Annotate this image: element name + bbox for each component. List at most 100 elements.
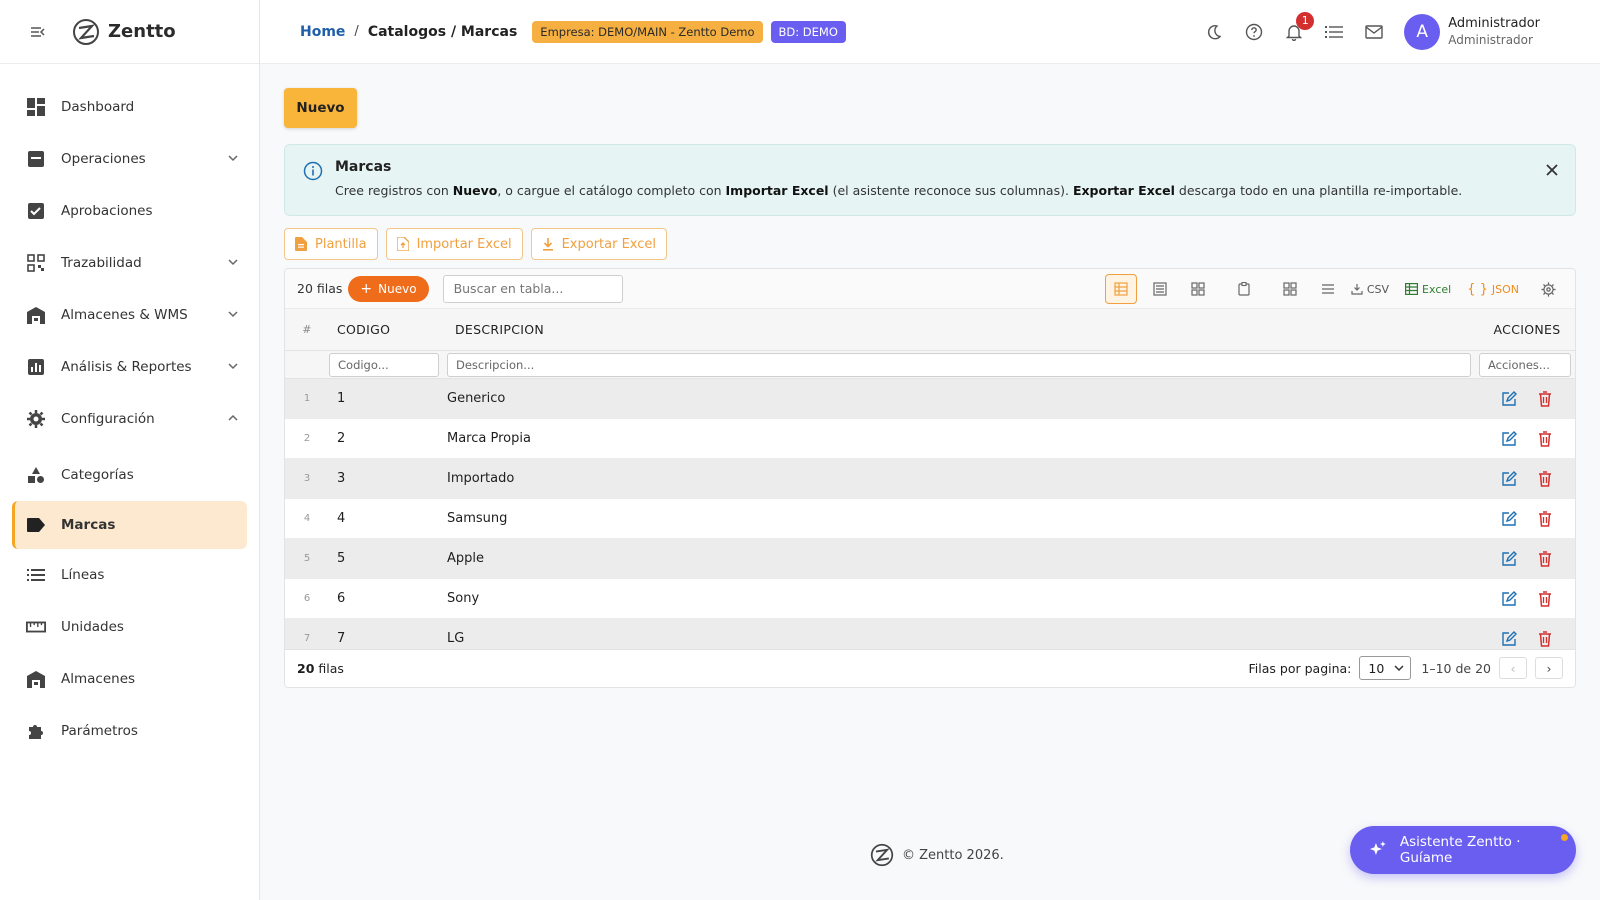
tag-icon xyxy=(26,515,46,535)
sidebar-item-label: Categorías xyxy=(61,467,134,483)
collapse-menu-icon[interactable] xyxy=(30,24,46,40)
delete-icon[interactable] xyxy=(1537,630,1553,647)
delete-icon[interactable] xyxy=(1537,430,1553,447)
header-actions: 1 A Administrador Administrador xyxy=(1184,12,1540,50)
template-button[interactable]: Plantilla xyxy=(284,228,378,260)
table-search-input[interactable] xyxy=(442,274,623,303)
cell-descripcion: LG xyxy=(447,631,465,646)
dashboard-icon xyxy=(26,97,46,117)
edit-icon[interactable] xyxy=(1501,550,1517,567)
sidebar-item-operaciones[interactable]: Operaciones xyxy=(0,133,259,185)
edit-icon[interactable] xyxy=(1501,510,1517,527)
mail-icon[interactable] xyxy=(1364,22,1384,42)
zentto-logo-icon xyxy=(870,843,894,867)
new-record-button[interactable]: Nuevo xyxy=(284,88,357,128)
chevron-up-icon xyxy=(228,414,238,421)
sidebar-item-marcas[interactable]: Marcas xyxy=(12,501,247,549)
sidebar-item-trazabilidad[interactable]: Trazabilidad xyxy=(0,237,259,289)
sidebar-item-dashboard[interactable]: Dashboard xyxy=(0,81,259,133)
sidebar-item-almacenes-wms[interactable]: Almacenes & WMS xyxy=(0,289,259,341)
table-row[interactable]: 3 3 Importado xyxy=(285,459,1575,499)
delete-icon[interactable] xyxy=(1537,390,1553,407)
edit-icon[interactable] xyxy=(1501,390,1517,407)
export-excel-button[interactable]: Exportar Excel xyxy=(530,228,668,260)
table-row[interactable]: 2 2 Marca Propia xyxy=(285,419,1575,459)
assistant-button[interactable]: Asistente Zentto · Guíame xyxy=(1350,826,1576,874)
grid-layout-icon[interactable] xyxy=(1275,274,1305,304)
empresa-chip[interactable]: Empresa: DEMO/MAIN - Zentto Demo xyxy=(532,20,763,43)
col-header-num: # xyxy=(302,323,312,336)
filter-descripcion-input[interactable]: Descripcion... xyxy=(447,352,1471,377)
sidebar-item-label: Marcas xyxy=(61,517,116,533)
table-row[interactable]: 4 4 Samsung xyxy=(285,499,1575,539)
import-excel-button[interactable]: Importar Excel xyxy=(385,228,523,260)
sidebar-item-configuracion[interactable]: Configuración xyxy=(0,393,259,445)
database-chip[interactable]: BD: DEMO xyxy=(770,20,846,43)
export-csv-button[interactable]: CSV xyxy=(1351,274,1389,304)
export-excel-grid-button[interactable]: Excel xyxy=(1405,274,1451,304)
cell-descripcion: Apple xyxy=(447,551,485,566)
sidebar-item-label: Almacenes & WMS xyxy=(61,307,188,323)
notification-count-badge: 1 xyxy=(1296,12,1315,30)
grid-new-button[interactable]: + Nuevo xyxy=(348,275,429,302)
filter-acciones-input[interactable]: Acciones... xyxy=(1479,352,1571,377)
dark-mode-icon[interactable] xyxy=(1204,22,1224,42)
sidebar-item-categorias[interactable]: Categorías xyxy=(0,449,259,501)
sidebar-item-aprobaciones[interactable]: Aprobaciones xyxy=(0,185,259,237)
card-view-icon[interactable] xyxy=(1183,274,1213,304)
delete-icon[interactable] xyxy=(1537,470,1553,487)
download-icon xyxy=(542,238,553,251)
sidebar-item-analisis-reportes[interactable]: Análisis & Reportes xyxy=(0,341,259,393)
edit-icon[interactable] xyxy=(1501,590,1517,607)
delete-icon[interactable] xyxy=(1537,510,1553,527)
top-header: Home / Catalogos / Marcas Empresa: DEMO/… xyxy=(260,0,1600,64)
table-row[interactable]: 6 6 Sony xyxy=(285,579,1575,619)
clipboard-icon[interactable] xyxy=(1229,274,1259,304)
pagination: Filas por pagina: 10 1–10 de 20 ‹ › xyxy=(1249,656,1563,680)
task-list-icon[interactable] xyxy=(1324,22,1344,42)
settings-icon[interactable] xyxy=(1533,274,1563,304)
col-header-descripcion[interactable]: DESCRIPCION xyxy=(447,322,1479,337)
user-avatar[interactable]: A xyxy=(1404,14,1441,50)
notifications-icon[interactable]: 1 xyxy=(1284,12,1315,42)
export-json-button[interactable]: { } JSON xyxy=(1467,274,1519,304)
sidebar-item-label: Almacenes xyxy=(61,671,136,687)
chevron-down-icon xyxy=(228,311,238,318)
table-row[interactable]: 5 5 Apple xyxy=(285,539,1575,579)
cell-codigo: 1 xyxy=(337,391,346,406)
prev-page-button[interactable]: ‹ xyxy=(1499,657,1527,679)
delete-icon[interactable] xyxy=(1537,550,1553,567)
sidebar-item-almacenes[interactable]: Almacenes xyxy=(0,653,259,705)
sidebar-item-label: Operaciones xyxy=(61,151,146,167)
filter-codigo-input[interactable]: Codigo... xyxy=(329,352,439,377)
edit-icon[interactable] xyxy=(1501,430,1517,447)
gear-icon xyxy=(26,409,46,429)
breadcrumb-home-link[interactable]: Home xyxy=(300,24,345,40)
cell-descripcion: Sony xyxy=(447,591,480,606)
help-icon[interactable] xyxy=(1244,22,1264,42)
edit-icon[interactable] xyxy=(1501,630,1517,647)
edit-icon[interactable] xyxy=(1501,470,1517,487)
puzzle-icon xyxy=(26,721,46,741)
sidebar-item-parametros[interactable]: Parámetros xyxy=(0,705,259,757)
table-header: # CODIGO DESCRIPCION ACCIONES xyxy=(285,309,1575,351)
table-row[interactable]: 1 1 Generico xyxy=(285,379,1575,419)
upload-file-icon xyxy=(396,237,409,251)
assistant-indicator-dot xyxy=(1561,834,1568,841)
close-icon[interactable] xyxy=(1545,163,1559,177)
table-view-icon[interactable] xyxy=(1104,274,1137,304)
category-icon xyxy=(26,465,46,485)
user-info[interactable]: Administrador Administrador xyxy=(1448,16,1540,48)
sidebar-item-unidades[interactable]: Unidades xyxy=(0,601,259,653)
col-header-codigo[interactable]: CODIGO xyxy=(329,322,447,337)
sidebar-item-lineas[interactable]: Líneas xyxy=(0,549,259,601)
next-page-button[interactable]: › xyxy=(1535,657,1563,679)
density-icon[interactable] xyxy=(1313,274,1343,304)
table-body: 1 1 Generico 2 2 Marca Propia 3 3 Import… xyxy=(285,379,1575,659)
sparkle-icon xyxy=(1369,841,1386,855)
document-view-icon[interactable] xyxy=(1145,274,1175,304)
info-alert: Marcas Cree registros con Nuevo, o cargu… xyxy=(284,144,1576,216)
sidebar-item-label: Dashboard xyxy=(61,99,135,115)
delete-icon[interactable] xyxy=(1537,590,1553,607)
rows-per-page-select[interactable]: 10 xyxy=(1359,656,1412,680)
